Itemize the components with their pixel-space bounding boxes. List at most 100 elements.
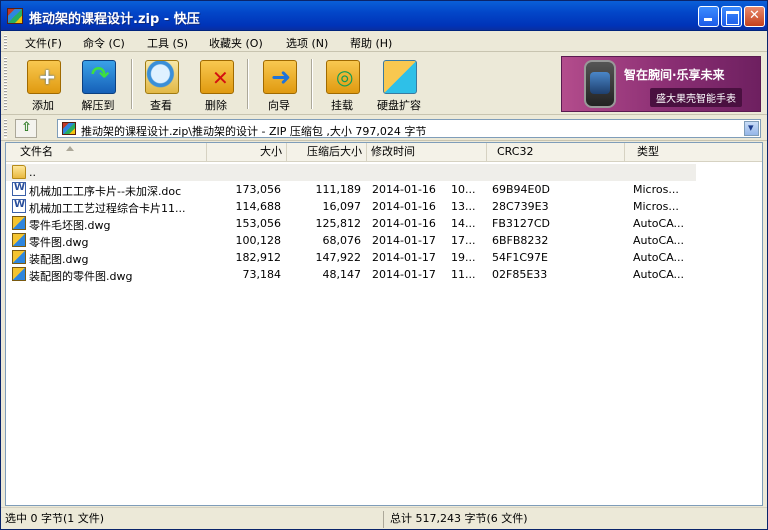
mount-label: 挂载 — [331, 99, 353, 112]
mount-icon — [326, 60, 360, 94]
file-time: 17... — [451, 234, 476, 247]
view-button[interactable]: 查看 — [132, 56, 190, 112]
file-row[interactable]: 机械加工工序卡片--未加深.doc 173,056 111,189 2014-01-1… — [6, 181, 762, 198]
close-button[interactable]: ✕ — [744, 6, 765, 27]
delete-icon — [200, 60, 234, 94]
file-date: 2014-01-17 — [372, 234, 436, 247]
wizard-arrow-icon — [263, 60, 297, 94]
file-time: 10... — [451, 183, 476, 196]
file-row[interactable]: 零件图.dwg 100,128 68,076 2014-01-17 17... 6BFB8… — [6, 232, 762, 249]
col-packed-size[interactable]: 压缩后大小 — [287, 143, 367, 162]
menu-favorites[interactable]: 收藏夹 (O) — [209, 35, 263, 51]
dwg-file-icon — [12, 216, 26, 230]
wizard-button[interactable]: 向导 — [250, 56, 308, 112]
file-packed: 48,147 — [322, 268, 362, 281]
col-crc32[interactable]: CRC32 — [487, 143, 625, 162]
toolbar: 添加 解压到 查看 删除 向导 挂载 硬盘扩容 — [1, 53, 767, 115]
toolbar-separator — [247, 59, 249, 109]
kuaiya-app-icon[interactable] — [7, 8, 23, 24]
disk-expand-label: 硬盘扩容 — [377, 99, 421, 112]
col-modified[interactable]: 修改时间 — [367, 143, 487, 162]
file-name: 装配图.dwg — [29, 253, 89, 266]
file-name: 机械加工工序卡片--未加深.doc — [29, 185, 182, 198]
word-doc-icon — [12, 182, 26, 196]
file-type: Micros... — [633, 200, 679, 213]
file-name: 零件图.dwg — [29, 236, 89, 249]
extract-label: 解压到 — [81, 99, 115, 112]
col-name[interactable]: 文件名 — [6, 143, 207, 162]
file-size: 100,128 — [235, 234, 282, 247]
file-date: 2014-01-16 — [372, 217, 436, 230]
file-packed: 125,812 — [315, 217, 362, 230]
delete-button[interactable]: 删除 — [187, 56, 245, 112]
address-field[interactable]: 推动架的课程设计.zip\推动架的设计 - ZIP 压缩包 ,大小 797,02… — [57, 119, 761, 138]
status-selected: 选中 0 字节(1 文件) — [5, 512, 105, 525]
file-size: 114,688 — [235, 200, 282, 213]
dwg-file-icon — [12, 233, 26, 247]
menubar-grip[interactable] — [4, 35, 7, 49]
address-bar: 推动架的课程设计.zip\推动架的设计 - ZIP 压缩包 ,大小 797,02… — [1, 116, 767, 141]
file-time: 19... — [451, 251, 476, 264]
add-button[interactable]: 添加 — [14, 56, 72, 112]
app-window: 推动架的课程设计.zip - 快压 ✕ 文件(F) 命令 (C) 工具 (S) … — [0, 0, 768, 530]
status-total: 总计 517,243 字节(6 文件) — [383, 511, 767, 528]
folder-icon — [12, 165, 26, 179]
ad-banner[interactable]: 智在腕间·乐享未来 盛大果壳智能手表 — [561, 56, 761, 112]
file-packed: 111,189 — [315, 183, 362, 196]
file-name: 机械加工工艺过程综合卡片11... — [29, 202, 186, 215]
minimize-button[interactable] — [698, 6, 719, 27]
file-packed: 147,922 — [315, 251, 362, 264]
magnifier-icon — [145, 60, 179, 94]
file-list[interactable]: 文件名 大小 压缩后大小 修改时间 CRC32 类型 .. 机械加工工序卡片--… — [5, 142, 763, 506]
menu-tools[interactable]: 工具 (S) — [147, 35, 188, 51]
file-crc: FB3127CD — [492, 217, 551, 230]
file-row[interactable]: 机械加工工艺过程综合卡片11... 114,688 16,097 2014-01-16… — [6, 198, 762, 215]
file-name: 装配图的零件图.dwg — [29, 270, 133, 283]
file-type: AutoCA... — [633, 234, 685, 247]
menu-file[interactable]: 文件(F) — [25, 35, 62, 51]
file-size: 173,056 — [235, 183, 282, 196]
file-packed: 68,076 — [322, 234, 362, 247]
dwg-file-icon — [12, 267, 26, 281]
file-packed: 16,097 — [322, 200, 362, 213]
col-name-label: 文件名 — [20, 145, 53, 158]
file-crc: 28C739E3 — [492, 200, 549, 213]
view-label: 查看 — [150, 99, 172, 112]
up-folder-button[interactable] — [15, 119, 37, 138]
address-dropdown-button[interactable] — [744, 121, 759, 136]
col-size[interactable]: 大小 — [207, 143, 287, 162]
menu-bar: 文件(F) 命令 (C) 工具 (S) 收藏夹 (O) 选项 (N) 帮助 (H… — [1, 32, 767, 52]
parent-folder-row[interactable]: .. — [6, 164, 696, 181]
addressbar-grip[interactable] — [4, 119, 7, 138]
disk-expand-icon — [383, 60, 417, 94]
disk-expand-button[interactable]: 硬盘扩容 — [370, 56, 428, 112]
maximize-button[interactable] — [721, 6, 742, 27]
archive-icon — [62, 122, 76, 135]
file-size: 153,056 — [235, 217, 282, 230]
status-bar: 选中 0 字节(1 文件) 总计 517,243 字节(6 文件) — [1, 507, 767, 529]
file-time: 11... — [451, 268, 476, 281]
delete-label: 删除 — [205, 99, 227, 112]
col-type[interactable]: 类型 — [625, 143, 762, 162]
mount-button[interactable]: 挂载 — [313, 56, 371, 112]
add-icon — [27, 60, 61, 94]
extract-to-button[interactable]: 解压到 — [69, 56, 127, 112]
file-date: 2014-01-17 — [372, 268, 436, 281]
file-type: AutoCA... — [633, 217, 685, 230]
toolbar-grip[interactable] — [4, 57, 7, 111]
parent-folder-name: .. — [29, 166, 36, 179]
menu-options[interactable]: 选项 (N) — [286, 35, 328, 51]
sort-ascending-icon — [66, 146, 74, 151]
menu-command[interactable]: 命令 (C) — [83, 35, 125, 51]
file-type: AutoCA... — [633, 268, 685, 281]
file-row[interactable]: 装配图.dwg 182,912 147,922 2014-01-17 19... 54F1… — [6, 249, 762, 266]
file-date: 2014-01-16 — [372, 200, 436, 213]
title-bar[interactable]: 推动架的课程设计.zip - 快压 ✕ — [1, 1, 767, 31]
file-row[interactable]: 零件毛坯图.dwg 153,056 125,812 2014-01-16 14... FB… — [6, 215, 762, 232]
file-row[interactable]: 装配图的零件图.dwg 73,184 48,147 2014-01-17 11... 02… — [6, 266, 762, 283]
menu-help[interactable]: 帮助 (H) — [350, 35, 392, 51]
file-crc: 6BFB8232 — [492, 234, 549, 247]
file-type: Micros... — [633, 183, 679, 196]
file-size: 182,912 — [235, 251, 282, 264]
extract-icon — [82, 60, 116, 94]
